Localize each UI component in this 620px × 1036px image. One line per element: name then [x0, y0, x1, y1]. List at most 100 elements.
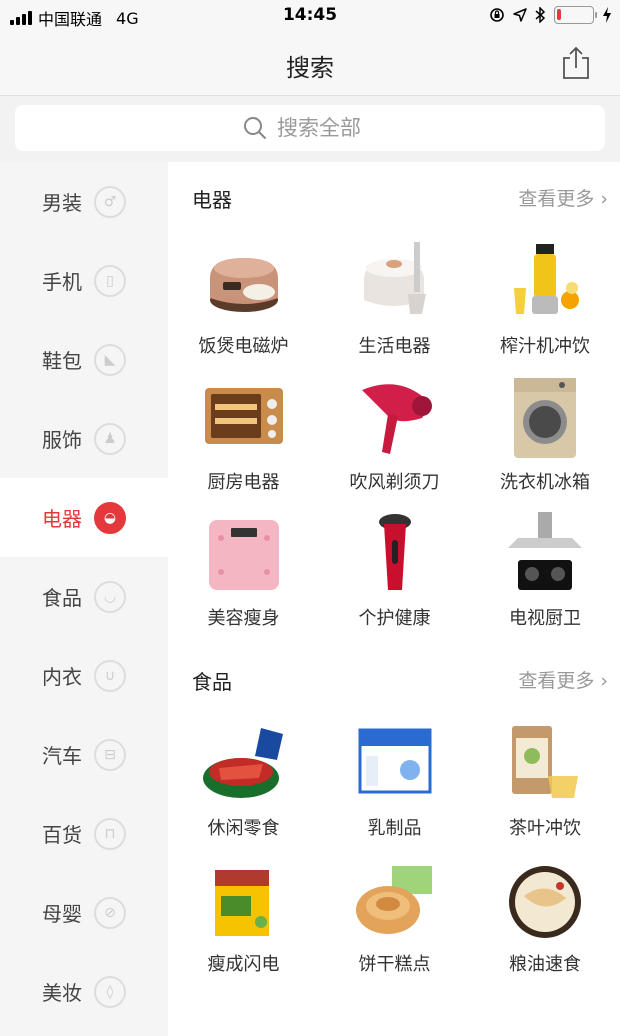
- category-tile-label: 美容瘦身: [207, 608, 280, 629]
- category-tile[interactable]: 茶叶冲饮: [470, 720, 620, 856]
- category-tile-label: 休闲零食: [207, 818, 280, 839]
- section-header: 食品 查看更多 ›: [192, 666, 608, 696]
- share-icon[interactable]: [560, 46, 592, 80]
- search-icon: [244, 117, 266, 139]
- tea-image: [512, 726, 578, 798]
- sidebar-item-label: 手机: [42, 270, 82, 294]
- section-title: 电器: [192, 188, 232, 212]
- sidebar-item-10[interactable]: 美妆 ◊: [0, 952, 168, 1031]
- sidebar-item-9[interactable]: 母婴 ⊘: [0, 873, 168, 952]
- category-tile-label: 饼干糕点: [358, 954, 431, 975]
- category-tile-label: 吹风剃须刀: [349, 472, 440, 493]
- noodle-image: [509, 866, 581, 938]
- category-tile[interactable]: 厨房电器: [168, 374, 319, 510]
- view-more-link[interactable]: 查看更多 ›: [518, 666, 608, 693]
- category-tile[interactable]: 洗衣机冰箱: [470, 374, 620, 510]
- search-bar-container: [0, 96, 620, 162]
- category-tile[interactable]: 瘦成闪电: [168, 856, 319, 992]
- sidebar-item-label: 男装: [42, 191, 82, 215]
- category-tile-label: 饭煲电磁炉: [198, 336, 289, 357]
- car-icon: ⊟: [94, 738, 126, 771]
- lipstick-icon: ◊: [94, 975, 126, 1008]
- category-tile[interactable]: 生活电器: [319, 238, 470, 374]
- category-tile[interactable]: 榨汁机冲饮: [470, 238, 620, 374]
- sidebar-item-label: 汽车: [42, 744, 82, 768]
- shirt-icon: ♟: [94, 422, 126, 455]
- battery-icon: [554, 6, 597, 24]
- appliance-image: [363, 242, 426, 314]
- underwear-icon: ∪: [94, 659, 126, 692]
- category-tile-label: 粮油速食: [509, 954, 581, 975]
- sidebar-item-label: 美妆: [42, 981, 82, 1005]
- sidebar-item-8[interactable]: 百货 ⊓: [0, 794, 168, 873]
- bluetooth-icon: [535, 7, 546, 23]
- status-bar: 中国联通 4G 14:45: [0, 0, 620, 32]
- cup-icon: ◡: [94, 580, 126, 613]
- category-tile[interactable]: 休闲零食: [168, 720, 319, 856]
- category-tile-label: 瘦成闪电: [207, 954, 280, 975]
- search-input[interactable]: [277, 116, 377, 140]
- sidebar-item-2[interactable]: 鞋包 ◣: [0, 320, 168, 399]
- milk-box-image: [358, 728, 431, 794]
- category-tile[interactable]: 美容瘦身: [168, 510, 319, 646]
- category-content: 电器 查看更多 › 饭煲电磁炉 生活电器 榨汁机冲饮 厨房电器 吹风剃须刀 洗衣机冰箱 美容瘦身…: [168, 162, 620, 1036]
- page-title: 搜索: [286, 54, 334, 82]
- sidebar-item-label: 百货: [42, 823, 82, 847]
- rice-cooker-icon: ◒: [94, 501, 126, 534]
- diet-tea-image: [214, 870, 269, 936]
- sidebar-item-label: 服饰: [42, 428, 82, 452]
- juicer-image: [514, 244, 579, 314]
- sidebar-item-label: 食品: [42, 586, 82, 610]
- sidebar-item-7[interactable]: 汽车 ⊟: [0, 715, 168, 794]
- category-tile[interactable]: 饭煲电磁炉: [168, 238, 319, 374]
- category-sidebar: 男装 ♂ 手机 ▯ 鞋包 ◣ 服饰 ♟ 电器 ◒ 食品 ◡ 内衣 ∪ 汽车 ⊟ 百货 ⊓ 母婴 ⊘ 美妆 ◊: [0, 162, 168, 1036]
- orientation-lock-icon: [490, 8, 504, 22]
- view-more-link[interactable]: 查看更多 ›: [518, 184, 608, 211]
- category-tile[interactable]: 电视厨卫: [470, 510, 620, 646]
- category-tile[interactable]: 个护健康: [319, 510, 470, 646]
- sidebar-item-label: 鞋包: [42, 349, 82, 373]
- bag-icon: ⊓: [94, 817, 126, 850]
- phone-icon: ▯: [94, 264, 126, 297]
- category-tile-label: 乳制品: [367, 818, 422, 839]
- tie-icon: ♂: [94, 185, 126, 218]
- category-tile[interactable]: 粮油速食: [470, 856, 620, 992]
- hair-dryer-image: [361, 384, 432, 454]
- sidebar-item-5[interactable]: 食品 ◡: [0, 557, 168, 636]
- sidebar-item-4[interactable]: 电器 ◒: [0, 478, 168, 557]
- category-tile-label: 个护健康: [358, 608, 431, 629]
- category-tile[interactable]: 吹风剃须刀: [319, 374, 470, 510]
- bread-image: [355, 866, 432, 934]
- shaver-image: [378, 514, 411, 590]
- range-hood-image: [508, 512, 582, 590]
- scale-image: [208, 520, 279, 590]
- bottle-icon: ⊘: [94, 896, 126, 929]
- sidebar-item-label: 电器: [42, 507, 82, 531]
- section-title: 食品: [192, 670, 232, 694]
- sidebar-item-3[interactable]: 服饰 ♟: [0, 399, 168, 478]
- rice-cooker-image: [209, 258, 278, 312]
- sidebar-item-label: 母婴: [42, 902, 82, 926]
- washing-machine-image: [514, 378, 576, 458]
- search-box[interactable]: [15, 105, 605, 151]
- charging-icon: [603, 7, 611, 23]
- snack-image: [202, 728, 283, 798]
- sidebar-item-6[interactable]: 内衣 ∪: [0, 636, 168, 715]
- category-tile[interactable]: 饼干糕点: [319, 856, 470, 992]
- category-tile-label: 洗衣机冰箱: [500, 472, 590, 493]
- category-tile[interactable]: 乳制品: [319, 720, 470, 856]
- navigation-bar: 搜索: [0, 32, 620, 96]
- category-tile-label: 电视厨卫: [509, 608, 581, 629]
- section-header: 电器 查看更多 ›: [192, 184, 608, 214]
- category-tile-label: 茶叶冲饮: [509, 818, 581, 839]
- category-tile-label: 生活电器: [358, 336, 431, 357]
- location-icon: [513, 8, 527, 22]
- category-tile-label: 厨房电器: [207, 472, 280, 493]
- sidebar-item-0[interactable]: 男装 ♂: [0, 162, 168, 241]
- shoe-icon: ◣: [94, 343, 126, 376]
- category-grid: 饭煲电磁炉 生活电器 榨汁机冲饮厨房电器 吹风剃须刀 洗衣机冰箱美容瘦身 个护健康 电视厨卫: [168, 238, 620, 646]
- oven-image: [204, 388, 283, 444]
- category-grid: 休闲零食 乳制品 茶叶冲饮瘦成闪电 饼干糕点 粮油速食: [168, 720, 620, 992]
- category-tile-label: 榨汁机冲饮: [500, 336, 590, 357]
- sidebar-item-1[interactable]: 手机 ▯: [0, 241, 168, 320]
